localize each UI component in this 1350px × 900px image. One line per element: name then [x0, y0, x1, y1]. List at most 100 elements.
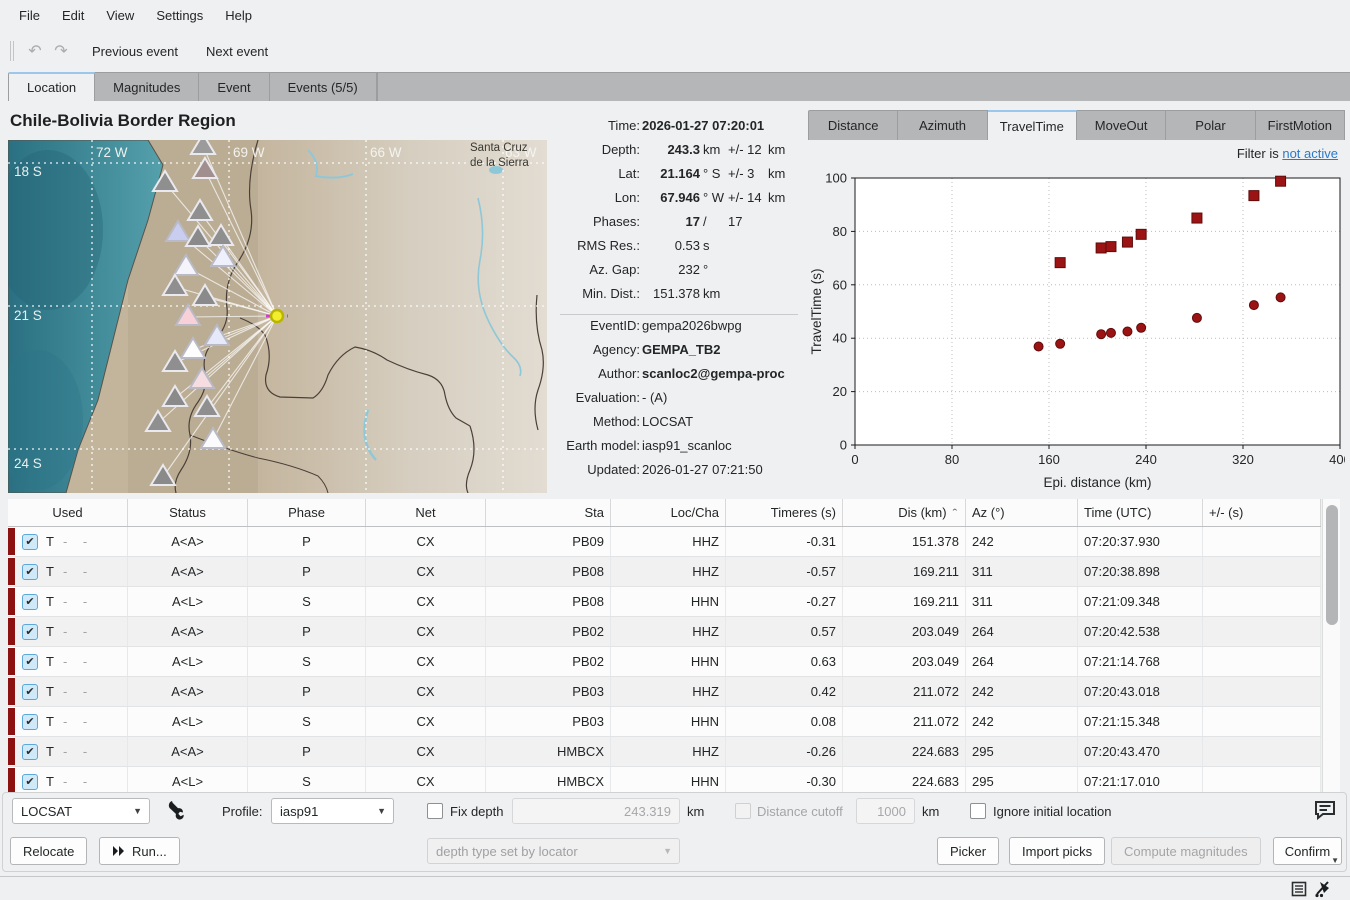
- log-console-icon[interactable]: [1291, 881, 1307, 897]
- table-header-cell[interactable]: Phase: [248, 499, 366, 526]
- origin-unit: s: [703, 238, 710, 253]
- confirm-button[interactable]: Confirm ▼: [1273, 837, 1342, 865]
- fix-depth-checkbox[interactable]: [427, 803, 443, 819]
- table-header-cell[interactable]: Sta: [486, 499, 611, 526]
- used-checkbox[interactable]: ✔: [22, 744, 38, 760]
- table-row[interactable]: ✔T- -A<L>SCXPB08HHN-0.27169.21131107:21:…: [8, 587, 1321, 617]
- table-header-cell[interactable]: Net: [366, 499, 486, 526]
- table-header-cell[interactable]: Dis (km)⌃: [843, 499, 966, 526]
- cell-time: 07:20:43.470: [1078, 737, 1203, 766]
- s-pick-point[interactable]: [1096, 243, 1106, 253]
- run-button[interactable]: Run...: [99, 837, 180, 865]
- p-pick-point[interactable]: [1106, 328, 1115, 337]
- messaging-status-icon[interactable]: [1313, 880, 1331, 898]
- tab-magnitudes[interactable]: Magnitudes: [95, 72, 199, 101]
- s-pick-point[interactable]: [1136, 229, 1146, 239]
- picker-button[interactable]: Picker: [937, 837, 999, 865]
- table-row[interactable]: ✔T- -A<A>PCXPB03HHZ0.42211.07224207:20:4…: [8, 677, 1321, 707]
- cell-time: 07:21:09.348: [1078, 587, 1203, 616]
- toolbar-handle[interactable]: [10, 41, 14, 61]
- origin-label: Az. Gap:: [556, 262, 640, 277]
- menu-bar: FileEditViewSettingsHelp: [0, 0, 1350, 30]
- p-pick-point[interactable]: [1192, 313, 1201, 322]
- event-row: EventID:gempa2026bwpg: [556, 318, 804, 342]
- p-pick-point[interactable]: [1056, 339, 1065, 348]
- import-picks-button[interactable]: Import picks: [1009, 837, 1105, 865]
- plot-tab-distance[interactable]: Distance: [808, 110, 898, 140]
- scrollbar-thumb[interactable]: [1326, 505, 1338, 625]
- plot-tab-traveltime[interactable]: TravelTime: [988, 110, 1077, 140]
- tab-location[interactable]: Location: [8, 72, 95, 101]
- table-row[interactable]: ✔T- -A<A>PCXPB08HHZ-0.57169.21131107:20:…: [8, 557, 1321, 587]
- traveltime-plot[interactable]: 080160240320400020406080100Epi. distance…: [808, 168, 1345, 498]
- s-pick-point[interactable]: [1192, 213, 1202, 223]
- residual-color-bar: [8, 588, 15, 615]
- used-checkbox[interactable]: ✔: [22, 594, 38, 610]
- menu-item-edit[interactable]: Edit: [51, 4, 95, 27]
- used-checkbox[interactable]: ✔: [22, 714, 38, 730]
- tab-event[interactable]: Event: [199, 72, 269, 101]
- menu-item-view[interactable]: View: [95, 4, 145, 27]
- used-checkbox[interactable]: ✔: [22, 654, 38, 670]
- event-value: - (A): [642, 390, 804, 405]
- table-row[interactable]: ✔T- -A<A>PCXPB02HHZ0.57203.04926407:20:4…: [8, 617, 1321, 647]
- menu-item-file[interactable]: File: [8, 4, 51, 27]
- filter-toggle-link[interactable]: not active: [1282, 146, 1338, 161]
- residual-color-bar: [8, 618, 15, 645]
- table-scrollbar[interactable]: [1322, 499, 1340, 795]
- s-pick-point[interactable]: [1276, 176, 1286, 186]
- table-row[interactable]: ✔T- -A<A>PCXHMBCXHHZ-0.26224.68329507:20…: [8, 737, 1321, 767]
- used-checkbox[interactable]: ✔: [22, 534, 38, 550]
- locator-select[interactable]: LOCSAT ▼: [12, 798, 150, 824]
- table-header-cell[interactable]: Time (UTC): [1078, 499, 1203, 526]
- table-header-cell[interactable]: Status: [128, 499, 248, 526]
- plot-tab-moveout[interactable]: MoveOut: [1077, 110, 1166, 140]
- relocate-button[interactable]: Relocate: [10, 837, 87, 865]
- s-pick-point[interactable]: [1055, 258, 1065, 268]
- p-pick-point[interactable]: [1249, 301, 1258, 310]
- s-pick-point[interactable]: [1249, 191, 1259, 201]
- profile-select[interactable]: iasp91 ▼: [271, 798, 394, 824]
- next-event-button[interactable]: Next event: [196, 39, 278, 64]
- tab-events-5-5-[interactable]: Events (5/5): [270, 72, 377, 101]
- used-checkbox[interactable]: ✔: [22, 684, 38, 700]
- used-checkbox[interactable]: ✔: [22, 624, 38, 640]
- plot-tab-azimuth[interactable]: Azimuth: [898, 110, 987, 140]
- p-pick-point[interactable]: [1034, 342, 1043, 351]
- origin-row: Min. Dist.:151.378km: [556, 286, 804, 310]
- used-extra-flags: - -: [63, 744, 93, 759]
- comment-icon[interactable]: [1314, 800, 1336, 820]
- ignore-initial-location-checkbox[interactable]: [970, 803, 986, 819]
- p-pick-point[interactable]: [1137, 323, 1146, 332]
- cell-phase: P: [248, 737, 366, 766]
- table-row[interactable]: ✔T- -A<L>SCXPB02HHN0.63203.04926407:21:1…: [8, 647, 1321, 677]
- s-pick-point[interactable]: [1106, 242, 1116, 252]
- table-header-cell[interactable]: Az (°): [966, 499, 1078, 526]
- table-header-cell[interactable]: +/- (s): [1203, 499, 1321, 526]
- used-checkbox[interactable]: ✔: [22, 774, 38, 790]
- used-checkbox[interactable]: ✔: [22, 564, 38, 580]
- cell-time: 07:20:43.018: [1078, 677, 1203, 706]
- menu-item-settings[interactable]: Settings: [145, 4, 214, 27]
- table-row[interactable]: ✔T- -A<L>SCXHMBCXHHN-0.30224.68329507:21…: [8, 767, 1321, 795]
- cell-dis: 211.072: [843, 707, 966, 736]
- table-header-cell[interactable]: Loc/Cha: [611, 499, 726, 526]
- plot-tab-firstmotion[interactable]: FirstMotion: [1256, 110, 1345, 140]
- previous-event-button[interactable]: Previous event: [82, 39, 188, 64]
- table-row[interactable]: ✔T- -A<A>PCXPB09HHZ-0.31151.37824207:20:…: [8, 527, 1321, 557]
- epicenter-marker[interactable]: [271, 310, 283, 322]
- plot-tab-polar[interactable]: Polar: [1166, 110, 1255, 140]
- p-pick-point[interactable]: [1097, 330, 1106, 339]
- s-pick-point[interactable]: [1122, 237, 1132, 247]
- menu-item-help[interactable]: Help: [214, 4, 263, 27]
- locator-settings-wrench-icon[interactable]: [165, 799, 187, 821]
- map-canvas[interactable]: 72 W69 W66 W63 W18 S21 S24 SSanta Cruzde…: [8, 140, 547, 493]
- origin-unit: °: [703, 262, 708, 277]
- p-pick-point[interactable]: [1123, 327, 1132, 336]
- cell-net: CX: [366, 737, 486, 766]
- table-header-cell[interactable]: Used: [8, 499, 128, 526]
- table-header-cell[interactable]: Timeres (s): [726, 499, 843, 526]
- table-row[interactable]: ✔T- -A<L>SCXPB03HHN0.08211.07224207:21:1…: [8, 707, 1321, 737]
- fix-depth-unit: km: [687, 804, 704, 819]
- p-pick-point[interactable]: [1276, 293, 1285, 302]
